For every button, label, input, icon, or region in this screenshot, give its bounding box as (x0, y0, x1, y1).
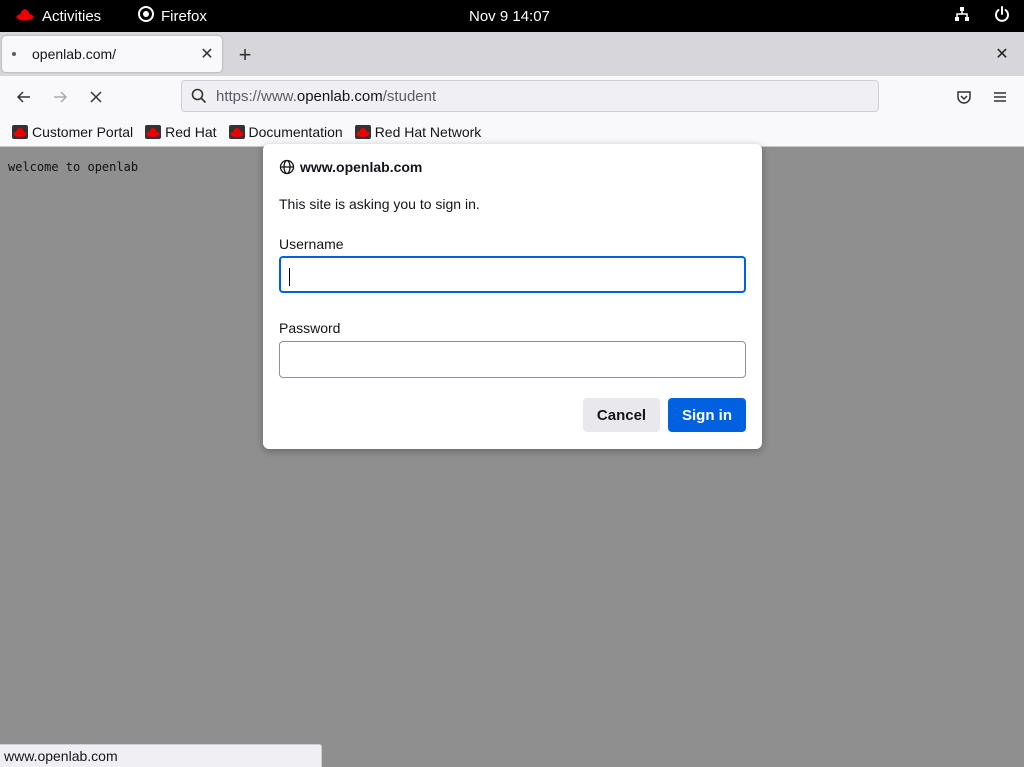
password-label: Password (279, 320, 341, 336)
redhat-bookmark-icon (12, 125, 28, 139)
tab-title: openlab.com/ (32, 46, 117, 62)
sign-in-dialog: www.openlab.com This site is asking you … (263, 144, 762, 449)
pocket-button[interactable] (951, 84, 977, 110)
search-icon (182, 88, 216, 104)
dialog-message: This site is asking you to sign in. (279, 196, 480, 212)
app-menu-label: Firefox (161, 7, 207, 25)
status-bar: www.openlab.com (0, 744, 322, 767)
new-tab-button[interactable]: + (232, 42, 258, 68)
navigation-toolbar: https://www. openlab.com/student (0, 76, 1024, 118)
sign-in-button[interactable]: Sign in (668, 398, 746, 432)
activities-button[interactable]: Activities (16, 0, 101, 32)
stop-loading-button[interactable] (83, 84, 109, 110)
bookmarks-toolbar: Customer Portal Red Hat Documentation Re… (0, 118, 1024, 147)
bookmark-red-hat[interactable]: Red Hat (145, 124, 217, 140)
arrow-left-icon (16, 91, 30, 103)
bookmark-label: Documentation (248, 124, 343, 140)
url-host: openlab.com (296, 87, 383, 105)
redhat-bookmark-icon (228, 125, 245, 139)
dialog-header: www.openlab.com (279, 159, 422, 175)
firefox-icon (138, 6, 154, 26)
bookmark-red-hat-network[interactable]: Red Hat Network (354, 124, 482, 140)
bookmark-customer-portal[interactable]: Customer Portal (12, 124, 133, 140)
text-caret (289, 268, 290, 286)
url-bar[interactable]: https://www. openlab.com/student (181, 80, 879, 112)
back-button[interactable] (11, 84, 37, 110)
app-menu-firefox[interactable]: Firefox (138, 0, 207, 32)
loading-dot-icon (12, 52, 16, 56)
redhat-bookmark-icon (354, 125, 371, 139)
globe-icon (279, 159, 295, 175)
tab-openlab[interactable]: openlab.com/ ✕ (2, 36, 222, 72)
url-scheme: https://www. (216, 87, 297, 105)
arrow-right-icon (54, 91, 68, 103)
dialog-host: www.openlab.com (300, 159, 423, 175)
tab-strip: openlab.com/ ✕ + ✕ (0, 32, 1024, 76)
power-icon[interactable] (994, 6, 1010, 26)
redhat-bookmark-icon (145, 125, 162, 139)
bookmark-label: Customer Portal (32, 124, 134, 140)
system-tray[interactable] (954, 0, 1010, 32)
username-label: Username (279, 236, 344, 252)
bookmark-documentation[interactable]: Documentation (228, 124, 343, 140)
cancel-button[interactable]: Cancel (583, 398, 660, 432)
bookmark-label: Red Hat Network (374, 124, 482, 140)
redhat-logo-icon (16, 7, 34, 25)
url-path: /student (382, 87, 437, 105)
activities-label: Activities (42, 7, 102, 25)
window-close-button[interactable]: ✕ (990, 42, 1014, 66)
network-icon[interactable] (954, 6, 970, 26)
bookmark-label: Red Hat (165, 124, 217, 140)
gnome-top-bar: Activities Firefox Nov 9 14:07 (0, 0, 1024, 32)
clock[interactable]: Nov 9 14:07 (469, 0, 550, 32)
password-input[interactable] (279, 341, 746, 378)
hamburger-icon (994, 92, 1006, 102)
page-body-text: welcome to openlab (8, 160, 139, 174)
username-input[interactable] (279, 256, 746, 293)
stop-icon (90, 91, 102, 103)
forward-button[interactable] (47, 84, 73, 110)
app-menu-button[interactable] (987, 84, 1013, 110)
pocket-icon (957, 91, 971, 104)
tab-close-icon[interactable]: ✕ (192, 44, 222, 64)
